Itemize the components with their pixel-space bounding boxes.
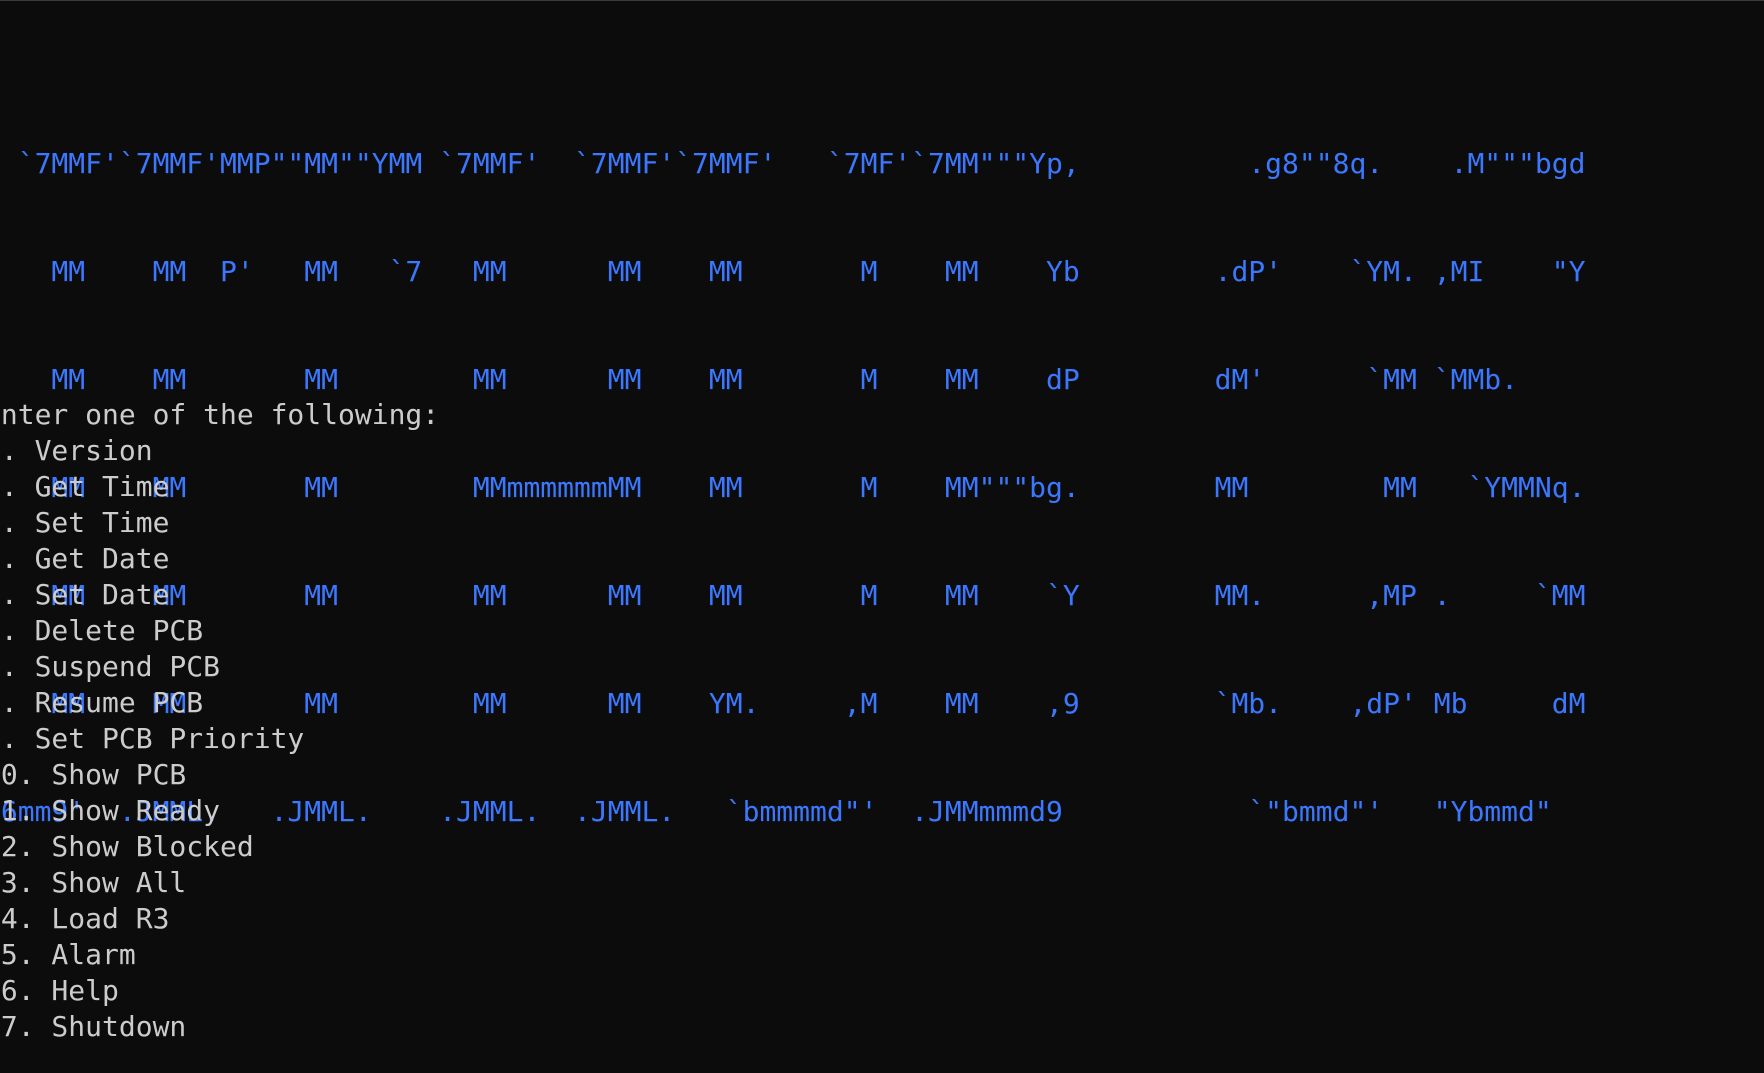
menu-prompt: Enter one of the following: (0, 398, 440, 431)
menu-item-suspend-pcb: 7. Suspend PCB (0, 650, 221, 683)
command-menu: 1. Version 2. Get Time 3. Set Time 4. Ge… (0, 433, 304, 1045)
menu-item-delete-pcb: 6. Delete PCB (0, 614, 204, 647)
menu-item-show-all: 13. Show All (0, 866, 187, 899)
menu-item-show-ready: 11. Show Ready (0, 794, 221, 827)
menu-item-set-time: 3. Set Time (0, 506, 170, 539)
menu-item-alarm: 15. Alarm (0, 938, 136, 971)
menu-item-show-pcb: 10. Show PCB (0, 758, 187, 791)
menu-item-help: 16. Help (0, 974, 119, 1007)
menu-item-shutdown: 17. Shutdown (0, 1010, 187, 1043)
banner-line: MM MM MM MM MM MM M MM dP dM' `MM `MMb. (0, 363, 1519, 396)
menu-item-show-blocked: 12. Show Blocked (0, 830, 254, 863)
menu-item-get-date: 4. Get Date (0, 542, 170, 575)
banner-line: MM MM P' MM `7 MM MM MM M MM Yb .dP' `YM… (0, 255, 1586, 288)
menu-item-load-r3: 14. Load R3 (0, 902, 170, 935)
menu-item-resume-pcb: 8. Resume PCB (0, 686, 204, 719)
terminal-window[interactable]: `7MMF'`7MMF'MMP""MM""YMM `7MMF' `7MMF'`7… (0, 0, 1764, 1073)
menu-item-set-pcb-priority: 9. Set PCB Priority (0, 722, 305, 755)
banner-line: `7MMF'`7MMF'MMP""MM""YMM `7MMF' `7MMF'`7… (0, 147, 1586, 180)
window-top-border (0, 0, 1764, 1)
menu-item-version: 1. Version (0, 434, 153, 467)
menu-item-get-time: 2. Get Time (0, 470, 170, 503)
menu-item-set-date: 5. Set Date (0, 578, 170, 611)
